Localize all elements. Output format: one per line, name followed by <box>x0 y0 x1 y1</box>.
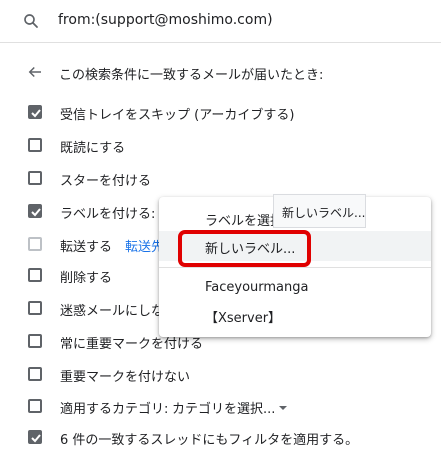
filter-header: この検索条件に一致するメールが届いたとき: <box>0 60 441 86</box>
checkbox-skip-inbox[interactable] <box>28 105 42 119</box>
highlight-box <box>178 230 311 267</box>
checkbox-star[interactable] <box>28 171 42 185</box>
checkbox-mark-read[interactable] <box>28 138 42 152</box>
option-label: 転送する <box>60 240 113 255</box>
checkbox-category[interactable] <box>28 399 42 413</box>
option-label: ラベルを付ける: <box>60 207 156 222</box>
checkbox-forward[interactable] <box>28 237 42 251</box>
checkbox-apply-label[interactable] <box>28 204 42 218</box>
search-query[interactable]: from:(support@moshimo.com) <box>58 12 273 28</box>
tooltip-text: 新しいラベル... <box>282 206 366 220</box>
filter-panel: from:(support@moshimo.com) この検索条件に一致するメー… <box>0 0 441 467</box>
option-label: 6 件の一致するスレッドにもフィルタを適用する。 <box>60 433 359 448</box>
option-skip-inbox[interactable]: 受信トレイをスキップ (アーカイブする) <box>0 101 441 125</box>
checkbox-never-important[interactable] <box>28 367 42 381</box>
search-bar[interactable]: from:(support@moshimo.com) <box>0 0 441 43</box>
option-star[interactable]: スターを付ける <box>0 167 441 191</box>
option-label: 重要マークを付けない <box>60 370 191 385</box>
checkbox-apply-existing[interactable] <box>28 430 42 444</box>
chevron-down-icon[interactable] <box>279 406 287 410</box>
menu-item-faceyourmanga[interactable]: Faceyourmanga <box>159 273 431 303</box>
option-label: 適用するカテゴリ: <box>60 402 169 417</box>
option-label: 削除する <box>60 271 113 286</box>
menu-item-label: Faceyourmanga <box>205 280 309 295</box>
option-apply-existing[interactable]: 6 件の一致するスレッドにもフィルタを適用する。 <box>0 426 441 450</box>
checkbox-always-important[interactable] <box>28 334 42 348</box>
option-category[interactable]: 適用するカテゴリ: カテゴリを選択... <box>0 395 441 419</box>
tooltip: 新しいラベル... <box>273 194 366 228</box>
category-select[interactable]: カテゴリを選択... <box>172 398 275 417</box>
menu-item-label: 【Xserver】 <box>205 311 282 326</box>
checkbox-delete[interactable] <box>28 268 42 282</box>
option-mark-read[interactable]: 既読にする <box>0 134 441 158</box>
arrow-left-icon[interactable] <box>26 63 44 81</box>
option-label: 受信トレイをスキップ (アーカイブする) <box>60 108 295 123</box>
menu-item-xserver[interactable]: 【Xserver】 <box>159 300 431 330</box>
menu-divider <box>159 267 431 268</box>
checkbox-never-spam[interactable] <box>28 301 42 315</box>
option-label: 既読にする <box>60 141 126 156</box>
option-never-important[interactable]: 重要マークを付けない <box>0 363 441 387</box>
search-icon[interactable] <box>22 12 40 30</box>
option-label: スターを付ける <box>60 174 152 189</box>
filter-header-text: この検索条件に一致するメールが届いたとき: <box>59 68 324 83</box>
